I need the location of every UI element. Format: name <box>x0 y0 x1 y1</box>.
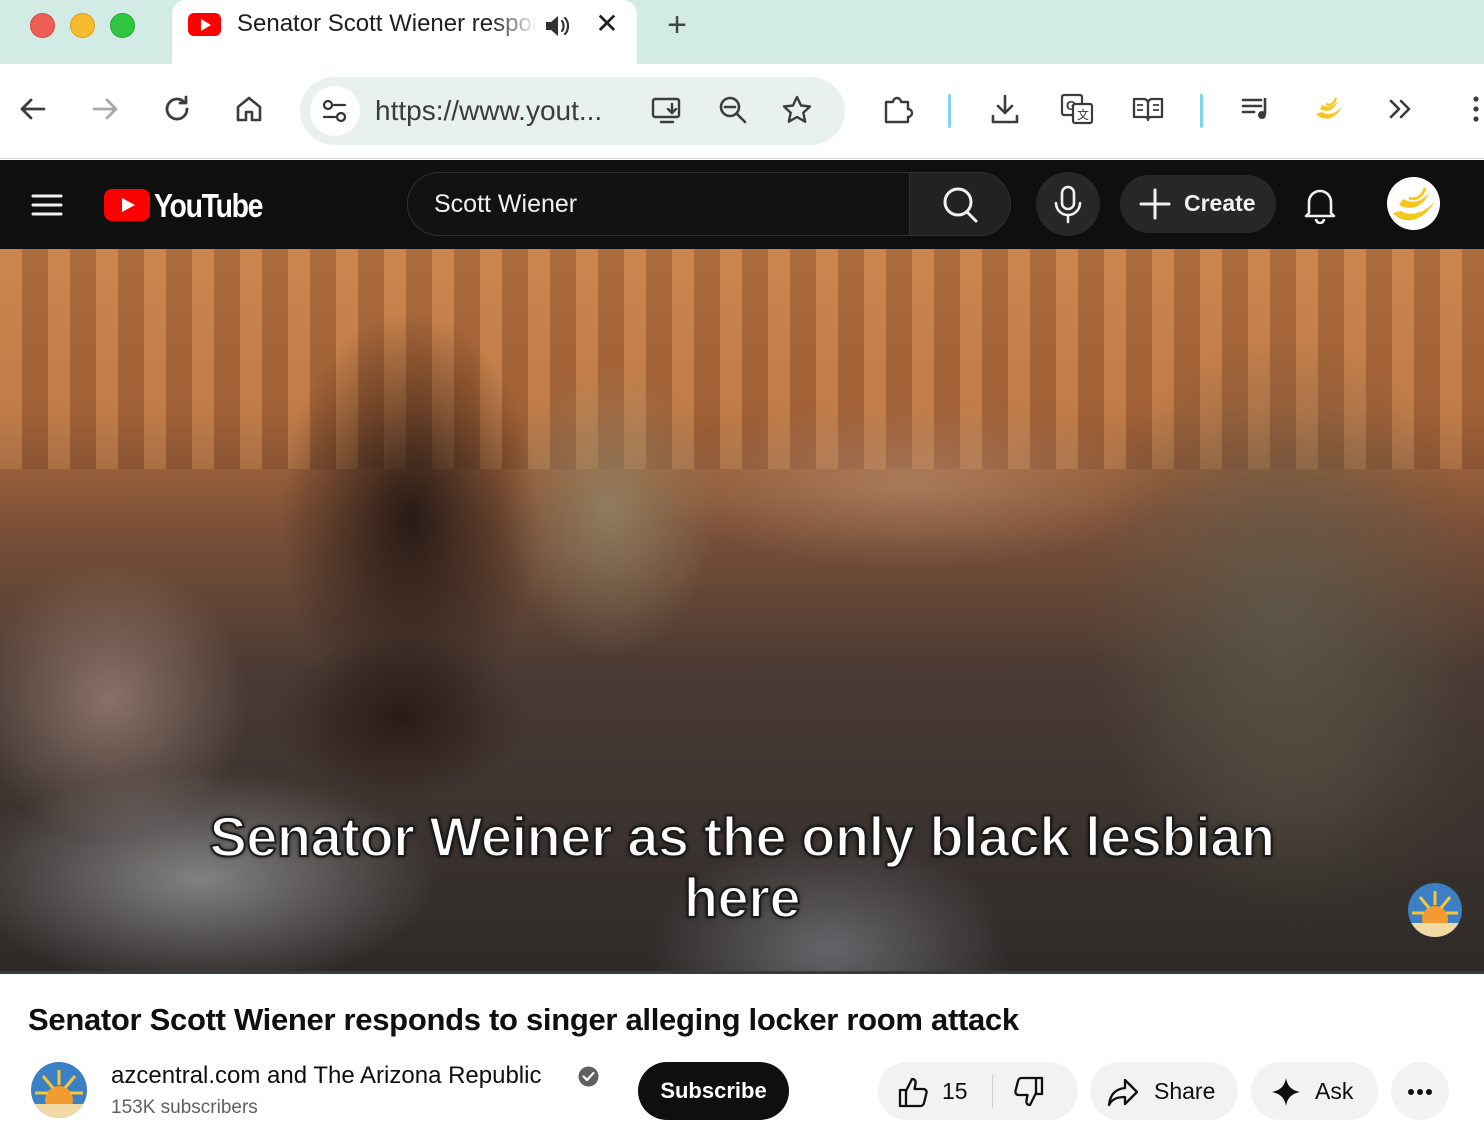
like-divider <box>992 1074 993 1108</box>
channel-avatar[interactable] <box>31 1062 87 1118</box>
hamburger-menu-icon[interactable] <box>30 188 64 222</box>
share-arrow-icon <box>1106 1075 1140 1109</box>
svg-text:文: 文 <box>1077 107 1089 122</box>
install-app-icon[interactable] <box>650 93 684 127</box>
address-bar[interactable]: https://www.yout... <box>300 77 845 145</box>
video-player[interactable]: Senator Weiner as the only black lesbian… <box>0 249 1484 974</box>
home-icon[interactable] <box>232 92 266 126</box>
reload-icon[interactable] <box>160 92 194 126</box>
share-label: Share <box>1154 1078 1216 1104</box>
thumbs-down-icon[interactable] <box>1012 1075 1046 1109</box>
reading-list-icon[interactable] <box>1240 92 1274 126</box>
youtube-masthead: YouTube Create <box>0 160 1484 249</box>
create-button[interactable]: Create <box>1120 175 1276 233</box>
search-button[interactable] <box>909 173 1010 235</box>
browser-toolbar: https://www.yout... G文 <box>0 64 1484 159</box>
url-text[interactable]: https://www.yout... <box>375 95 602 127</box>
video-caption-line-2: here <box>683 865 802 930</box>
subscribe-button[interactable]: Subscribe <box>638 1062 789 1120</box>
minimize-window-button[interactable] <box>70 13 95 38</box>
search-input[interactable] <box>408 173 908 235</box>
share-button[interactable]: Share <box>1090 1062 1238 1120</box>
profile-extension-icon[interactable] <box>1312 92 1346 126</box>
new-tab-button[interactable]: + <box>660 8 694 42</box>
active-tab[interactable]: Senator Scott Wiener responds to singer … <box>172 0 637 64</box>
like-count[interactable]: 15 <box>942 1078 968 1105</box>
channel-name[interactable]: azcentral.com and The Arizona Republic <box>111 1062 541 1090</box>
subscriber-count: 153K subscribers <box>111 1097 258 1118</box>
microphone-icon <box>1054 185 1082 224</box>
youtube-favicon-icon <box>188 13 221 36</box>
search-box <box>407 172 1011 236</box>
verified-badge-icon <box>578 1066 599 1087</box>
browser-tab-bar: Senator Scott Wiener responds to singer … <box>0 0 1484 64</box>
ask-button[interactable]: Ask <box>1251 1062 1378 1120</box>
tab-title: Senator Scott Wiener responds to singer … <box>237 10 537 37</box>
close-window-button[interactable] <box>30 13 55 38</box>
like-dislike-group: 15 <box>878 1062 1078 1120</box>
more-horizontal-icon <box>1403 1075 1437 1109</box>
bookmark-star-icon[interactable] <box>780 93 814 127</box>
close-tab-icon[interactable]: ✕ <box>592 9 622 39</box>
translate-icon[interactable]: G文 <box>1060 92 1094 126</box>
forward-arrow-icon[interactable] <box>88 92 122 126</box>
youtube-play-logo-icon <box>104 189 150 221</box>
extensions-icon[interactable] <box>880 92 914 126</box>
youtube-logo-text: YouTube <box>154 187 263 224</box>
overflow-chevrons-icon[interactable] <box>1384 92 1418 126</box>
video-title: Senator Scott Wiener responds to singer … <box>28 1002 1019 1037</box>
create-label: Create <box>1184 190 1256 216</box>
download-icon[interactable] <box>988 92 1022 126</box>
reading-mode-icon[interactable] <box>1131 92 1165 126</box>
site-settings-icon[interactable] <box>310 86 360 136</box>
maximize-window-button[interactable] <box>110 13 135 38</box>
account-avatar[interactable] <box>1387 177 1440 230</box>
speaker-audio-icon[interactable] <box>542 11 572 41</box>
plus-icon <box>1139 188 1171 220</box>
toolbar-separator <box>948 94 951 128</box>
zoom-icon[interactable] <box>716 93 750 127</box>
more-actions-button[interactable] <box>1391 1062 1449 1120</box>
thumbs-up-icon[interactable] <box>896 1075 930 1109</box>
search-icon <box>943 187 978 223</box>
ask-label: Ask <box>1315 1078 1354 1104</box>
sparkle-icon <box>1269 1075 1303 1109</box>
back-arrow-icon[interactable] <box>16 92 50 126</box>
video-caption-line-1: Senator Weiner as the only black lesbian <box>208 804 1276 869</box>
channel-watermark[interactable] <box>1408 883 1462 937</box>
notifications-bell-icon[interactable] <box>1300 184 1340 225</box>
more-menu-icon[interactable] <box>1456 92 1484 126</box>
voice-search-button[interactable] <box>1036 172 1100 236</box>
toolbar-separator-2 <box>1200 94 1203 128</box>
video-progress-bar[interactable] <box>0 971 1484 974</box>
